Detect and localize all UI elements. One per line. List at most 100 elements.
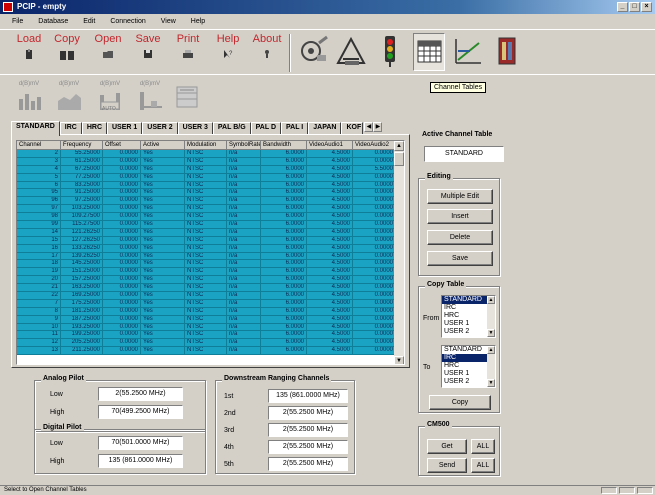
downstream-3rd-field[interactable]: 2(55.2500 MHz) xyxy=(268,423,348,437)
area-chart-tool[interactable]: d(B)mV xyxy=(52,81,86,115)
grid-cell[interactable]: 0.0000 xyxy=(353,260,396,269)
grid-cell[interactable]: 157.25000 xyxy=(61,276,103,285)
grid-cell[interactable]: 91.25000 xyxy=(61,189,103,198)
menu-help[interactable]: Help xyxy=(185,18,214,25)
multiple-edit-button[interactable]: Multiple Edit xyxy=(427,189,493,204)
scroll-up-button[interactable]: ▲ xyxy=(394,141,404,151)
grid-cell[interactable]: Yes xyxy=(141,181,185,190)
grid-cell[interactable]: 0.0000 xyxy=(103,165,141,174)
grid-cell[interactable]: Yes xyxy=(141,165,185,174)
table-row[interactable]: 4 67.25000 0.0000 Yes NTSC n/a 6.0000 4.5000 5.5… xyxy=(17,165,396,174)
grid-cell[interactable]: NTSC xyxy=(185,197,227,206)
grid-cell[interactable]: 6.0000 xyxy=(261,284,307,293)
grid-cell[interactable]: n/a xyxy=(227,347,261,356)
grid-cell[interactable]: 4.5000 xyxy=(307,315,353,324)
copy-to-scrollbar[interactable]: ▲ ▼ xyxy=(487,346,495,387)
grid-cell[interactable]: NTSC xyxy=(185,315,227,324)
table-row[interactable]: 96 97.25000 0.0000 Yes NTSC n/a 6.0000 4.5000 0.… xyxy=(17,197,396,206)
copy-table-button[interactable]: Copy xyxy=(429,395,491,410)
grid-cell[interactable]: n/a xyxy=(227,268,261,277)
grid-cell[interactable]: n/a xyxy=(227,150,261,158)
grid-cell[interactable]: 18 xyxy=(17,260,61,269)
downstream-4th-field[interactable]: 2(55.2500 MHz) xyxy=(268,440,348,454)
grid-cell[interactable]: 0.0000 xyxy=(103,331,141,340)
grid-cell[interactable]: 6.0000 xyxy=(261,236,307,245)
grid-cell[interactable]: n/a xyxy=(227,213,261,222)
grid-cell[interactable]: 61.25000 xyxy=(61,157,103,166)
scroll-down-button[interactable]: ▼ xyxy=(394,356,404,364)
grid-cell[interactable]: 199.25000 xyxy=(61,331,103,340)
grid-cell[interactable]: n/a xyxy=(227,331,261,340)
grid-cell[interactable]: 0.0000 xyxy=(103,315,141,324)
level-meter-icon[interactable] xyxy=(335,33,367,71)
grid-cell[interactable]: 55.25000 xyxy=(61,150,103,158)
grid-cell[interactable]: 211.25000 xyxy=(61,347,103,356)
grid-cell[interactable]: 205.25000 xyxy=(61,339,103,348)
grid-column-header[interactable]: SymbolRate xyxy=(227,141,261,150)
copy-from-list[interactable]: STANDARD IRC HRC USER 1 USER 2 ▲ ▼ xyxy=(441,295,496,338)
grid-cell[interactable]: 4.5000 xyxy=(307,189,353,198)
grid-cell[interactable]: 77.25000 xyxy=(61,173,103,182)
grid-cell[interactable]: 21 xyxy=(17,284,61,293)
save-button[interactable]: Save xyxy=(133,33,163,71)
grid-cell[interactable]: Yes xyxy=(141,260,185,269)
grid-cell[interactable]: 12 xyxy=(17,339,61,348)
settings-tools-icon[interactable] xyxy=(297,33,329,71)
table-row[interactable]: 12 205.25000 0.0000 Yes NTSC n/a 6.0000 4.5000 0… xyxy=(17,339,396,348)
grid-cell[interactable]: 4.5000 xyxy=(307,205,353,214)
grid-cell[interactable]: 97 xyxy=(17,205,61,214)
grid-cell[interactable]: 0.0000 xyxy=(103,205,141,214)
grid-cell[interactable]: 4.5000 xyxy=(307,157,353,166)
grid-cell[interactable]: NTSC xyxy=(185,173,227,182)
grid-cell[interactable]: Yes xyxy=(141,268,185,277)
grid-cell[interactable]: 0.0000 xyxy=(353,205,396,214)
grid-cell[interactable]: 0.0000 xyxy=(353,228,396,237)
grid-cell[interactable]: 6.0000 xyxy=(261,292,307,300)
grid-cell[interactable]: 121.26250 xyxy=(61,228,103,237)
grid-cell[interactable]: 0.0000 xyxy=(103,221,141,229)
grid-cell[interactable]: 6.0000 xyxy=(261,244,307,253)
table-row[interactable]: 11 199.25000 0.0000 Yes NTSC n/a 6.0000 4.5000 0… xyxy=(17,331,396,340)
grid-cell[interactable]: 4.5000 xyxy=(307,276,353,285)
grid-cell[interactable]: n/a xyxy=(227,339,261,348)
grid-cell[interactable]: 16 xyxy=(17,244,61,253)
grid-cell[interactable]: 0.0000 xyxy=(353,221,396,229)
grid-cell[interactable]: NTSC xyxy=(185,189,227,198)
grid-cell[interactable]: 0.0000 xyxy=(103,236,141,245)
grid-cell[interactable]: 6.0000 xyxy=(261,339,307,348)
grid-cell[interactable]: 175.25000 xyxy=(61,299,103,308)
grid-cell[interactable]: NTSC xyxy=(185,276,227,285)
grid-cell[interactable]: NTSC xyxy=(185,221,227,229)
grid-cell[interactable]: 151.25000 xyxy=(61,268,103,277)
grid-cell[interactable]: n/a xyxy=(227,244,261,253)
cm500-get-button[interactable]: Get xyxy=(427,439,467,454)
about-button[interactable]: About xyxy=(250,33,284,71)
table-row[interactable]: 13 211.25000 0.0000 Yes NTSC n/a 6.0000 4.5000 0… xyxy=(17,347,396,356)
table-row[interactable]: 22 169.25000 0.0000 Yes NTSC n/a 6.0000 4.5000 0… xyxy=(17,292,396,300)
grid-cell[interactable]: 4.5000 xyxy=(307,284,353,293)
grid-cell[interactable]: 6.0000 xyxy=(261,221,307,229)
grid-cell[interactable]: 17 xyxy=(17,252,61,261)
cabinet-disabled-tool[interactable] xyxy=(170,81,204,115)
table-row[interactable]: 14 121.26250 0.0000 Yes NTSC n/a 6.0000 4.5000 0… xyxy=(17,228,396,237)
tab-scroll-right-button[interactable]: ▶ xyxy=(373,122,383,132)
tilt-graph-icon[interactable] xyxy=(452,33,484,71)
grid-cell[interactable]: 145.25000 xyxy=(61,260,103,269)
table-row[interactable]: 98 109.27500 0.0000 Yes NTSC n/a 6.0000 4.5000 0… xyxy=(17,213,396,222)
grid-cell[interactable]: 4 xyxy=(17,165,61,174)
grid-cell[interactable]: 98 xyxy=(17,213,61,222)
grid-cell[interactable]: 7 xyxy=(17,299,61,308)
grid-cell[interactable]: NTSC xyxy=(185,284,227,293)
grid-cell[interactable]: 6.0000 xyxy=(261,331,307,340)
grid-cell[interactable]: NTSC xyxy=(185,299,227,308)
grid-cell[interactable]: 4.5000 xyxy=(307,339,353,348)
copy-to-list[interactable]: STANDARD IRC HRC USER 1 USER 2 ▲ ▼ xyxy=(441,345,496,388)
grid-cell[interactable]: 0.0000 xyxy=(103,323,141,332)
grid-cell[interactable]: 0.0000 xyxy=(353,157,396,166)
grid-cell[interactable]: Yes xyxy=(141,284,185,293)
grid-cell[interactable]: 0.0000 xyxy=(353,252,396,261)
grid-cell[interactable]: 6.0000 xyxy=(261,205,307,214)
table-row[interactable]: 7 175.25000 0.0000 Yes NTSC n/a 6.0000 4.5000 0.… xyxy=(17,299,396,308)
grid-cell[interactable]: Yes xyxy=(141,173,185,182)
grid-column-header[interactable]: Modulation xyxy=(185,141,227,150)
